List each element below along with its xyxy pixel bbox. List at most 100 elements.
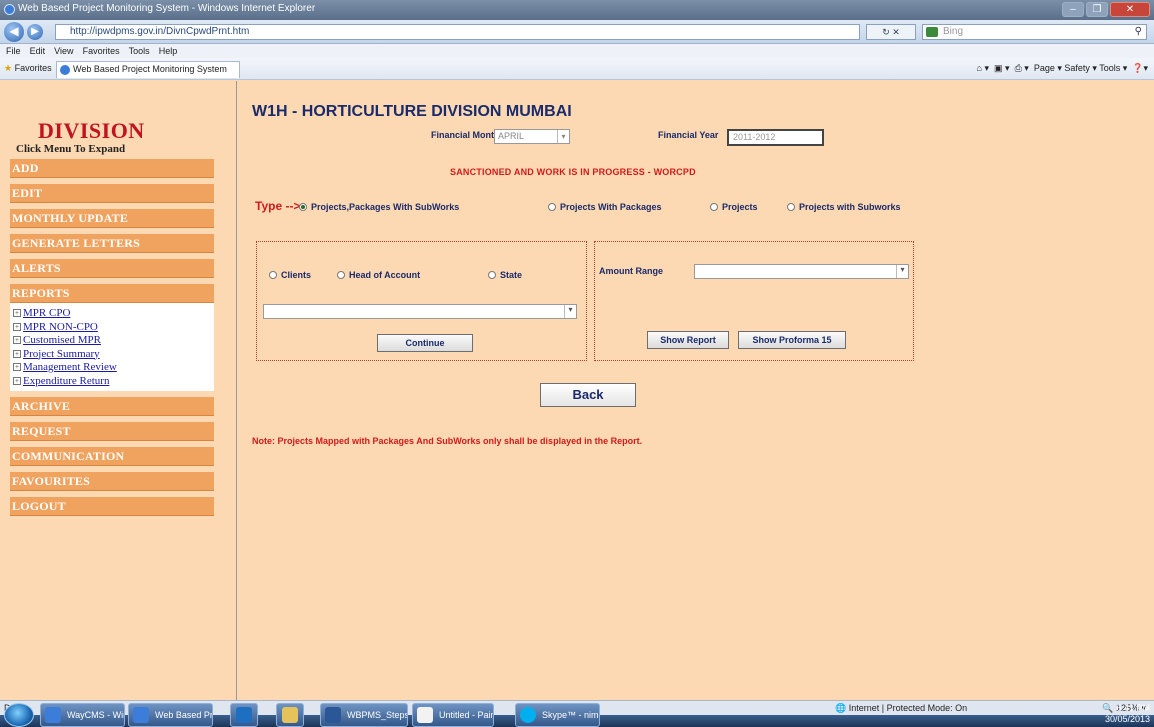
- sidebar-subtitle: Click Menu To Expand: [16, 143, 126, 155]
- feeds-icon[interactable]: ▣ ▾: [994, 63, 1010, 73]
- taskbar-item-media[interactable]: [230, 703, 258, 727]
- link-expenditure-return[interactable]: + Expenditure Return: [13, 375, 214, 389]
- forward-nav-icon[interactable]: ▶: [27, 24, 43, 40]
- windows-taskbar: WayCMS - Wind... Web Based Projec... WBP…: [0, 703, 1154, 727]
- browser-tab[interactable]: Web Based Project Monitoring System: [56, 61, 240, 78]
- menu-generate-letters[interactable]: GENERATE LETTERS: [10, 234, 214, 253]
- menu-file[interactable]: File: [6, 44, 21, 58]
- link-management-review[interactable]: + Management Review: [13, 361, 214, 375]
- menu-request[interactable]: REQUEST: [10, 422, 214, 441]
- tree-node-icon: +: [13, 363, 21, 372]
- menu-alerts[interactable]: ALERTS: [10, 259, 214, 278]
- favorites-button[interactable]: ★ Favorites: [4, 63, 52, 74]
- radio-label: Clients: [281, 270, 312, 280]
- command-menus[interactable]: Page ▾ Safety ▾ Tools ▾: [1034, 63, 1127, 73]
- menu-tools[interactable]: Tools: [129, 44, 150, 58]
- back-nav-icon[interactable]: ◀: [4, 22, 24, 42]
- url-input[interactable]: http://ipwdpms.gov.in/DivnCpwdPrnt.htm: [55, 24, 860, 40]
- radio-icon: [548, 203, 556, 211]
- maximize-icon[interactable]: ❐: [1086, 2, 1108, 17]
- menu-help[interactable]: Help: [159, 44, 178, 58]
- menu-view[interactable]: View: [54, 44, 73, 58]
- amount-range-select[interactable]: ▾: [694, 264, 909, 279]
- taskbar-label: WayCMS - Wind...: [67, 710, 124, 720]
- type-radio-projects-subworks[interactable]: Projects with Subworks: [787, 202, 901, 212]
- star-icon: ★: [4, 63, 13, 73]
- menu-logout[interactable]: LOGOUT: [10, 497, 214, 516]
- menu-monthly-update[interactable]: MONTHLY UPDATE: [10, 209, 214, 228]
- taskbar-item-explorer[interactable]: [276, 703, 304, 727]
- menu-edit[interactable]: Edit: [30, 44, 46, 58]
- search-placeholder: Bing: [943, 26, 964, 37]
- menu-communication[interactable]: COMMUNICATION: [10, 447, 214, 466]
- fin-month-value: APRIL: [498, 131, 525, 141]
- taskbar-item-web-based[interactable]: Web Based Projec...: [128, 703, 213, 727]
- ie-icon: [45, 707, 61, 723]
- menu-add[interactable]: ADD: [10, 159, 214, 178]
- radio-label: Head of Account: [349, 270, 421, 280]
- link-customised-mpr[interactable]: + Customised MPR: [13, 334, 214, 348]
- command-bar[interactable]: ⌂ ▾ ▣ ▾ ⎙ ▾ Page ▾ Safety ▾ Tools ▾ ❓▾: [977, 63, 1148, 74]
- show-report-button[interactable]: Show Report: [647, 331, 729, 349]
- radio-label: Projects: [722, 202, 758, 212]
- back-button[interactable]: Back: [540, 383, 636, 407]
- fin-year-input[interactable]: 2011-2012: [727, 129, 824, 146]
- menu-reports[interactable]: REPORTS: [10, 284, 214, 303]
- continue-button[interactable]: Continue: [377, 334, 473, 352]
- filter-select[interactable]: ▾: [263, 304, 577, 319]
- home-icon[interactable]: ⌂ ▾: [977, 63, 989, 73]
- radio-icon: [710, 203, 718, 211]
- tab-ie-icon: [60, 65, 70, 75]
- search-input[interactable]: Bing ⚲: [922, 24, 1147, 40]
- tree-node-icon: +: [13, 309, 21, 318]
- sidebar-menu: ADD EDIT MONTHLY UPDATE GENERATE LETTERS…: [10, 159, 214, 522]
- type-radio-projects-packages-subworks[interactable]: Projects,Packages With SubWorks: [299, 202, 459, 212]
- minimize-icon[interactable]: –: [1062, 2, 1084, 17]
- sidebar: DIVISION Click Menu To Expand ADD EDIT M…: [5, 81, 237, 700]
- menu-favourites[interactable]: FAVOURITES: [10, 472, 214, 491]
- address-toolbar: ◀ ▶ http://ipwdpms.gov.in/DivnCpwdPrnt.h…: [0, 20, 1154, 44]
- search-go-icon[interactable]: ⚲: [1135, 25, 1142, 39]
- taskbar-label: WBPMS_Steps_Fo...: [347, 710, 407, 720]
- close-icon[interactable]: ✕: [1110, 2, 1150, 17]
- ie-icon: [4, 4, 15, 15]
- help-icon[interactable]: ❓▾: [1132, 63, 1148, 73]
- taskbar-item-wbpms[interactable]: WBPMS_Steps_Fo...: [320, 703, 408, 727]
- link-project-summary[interactable]: + Project Summary: [13, 348, 214, 362]
- security-zone[interactable]: 🌐 Internet | Protected Mode: On: [835, 703, 967, 714]
- show-proforma-button[interactable]: Show Proforma 15: [738, 331, 846, 349]
- clock-time[interactable]: 6:41 PM: [1105, 703, 1150, 714]
- filter-radio-state[interactable]: State: [488, 270, 522, 280]
- taskbar-item-paint[interactable]: Untitled - Paint: [412, 703, 494, 727]
- start-button[interactable]: [4, 703, 34, 727]
- refresh-stop-controls[interactable]: ↻ ✕: [866, 24, 916, 40]
- taskbar-item-skype[interactable]: Skype™ - nimesh...: [515, 703, 600, 727]
- taskbar-item-waycms[interactable]: WayCMS - Wind...: [40, 703, 125, 727]
- radio-icon: [337, 271, 345, 279]
- folder-icon: [282, 707, 298, 723]
- menu-edit[interactable]: EDIT: [10, 184, 214, 203]
- link-label: Expenditure Return: [23, 374, 110, 387]
- type-radio-projects-packages[interactable]: Projects With Packages: [548, 202, 661, 212]
- print-icon[interactable]: ⎙ ▾: [1015, 63, 1029, 73]
- chevron-down-icon: ▾: [564, 305, 576, 318]
- menu-favorites[interactable]: Favorites: [83, 44, 120, 58]
- sidebar-title: DIVISION: [38, 118, 145, 143]
- fin-month-select[interactable]: APRIL ▾: [494, 129, 570, 144]
- word-icon: [325, 707, 341, 723]
- globe-icon: 🌐: [835, 703, 847, 713]
- menu-archive[interactable]: ARCHIVE: [10, 397, 214, 416]
- tree-node-icon: +: [13, 322, 21, 331]
- browser-menubar: File Edit View Favorites Tools Help: [0, 44, 1154, 58]
- favorites-bar: ★ Favorites Web Based Project Monitoring…: [0, 58, 1154, 80]
- radio-icon: [269, 271, 277, 279]
- clock-date[interactable]: 30/05/2013: [1105, 714, 1150, 725]
- filter-panel: Clients Head of Account State ▾ Continue: [256, 241, 587, 361]
- filter-radio-head-of-account[interactable]: Head of Account: [337, 270, 420, 280]
- filter-radio-clients[interactable]: Clients: [269, 270, 311, 280]
- link-mpr-cpo[interactable]: + MPR CPO: [13, 307, 214, 321]
- link-mpr-non-cpo[interactable]: + MPR NON-CPO: [13, 321, 214, 335]
- zone-label: Internet | Protected Mode: On: [848, 703, 968, 713]
- note-text: Note: Projects Mapped with Packages And …: [252, 436, 643, 446]
- type-radio-projects[interactable]: Projects: [710, 202, 758, 212]
